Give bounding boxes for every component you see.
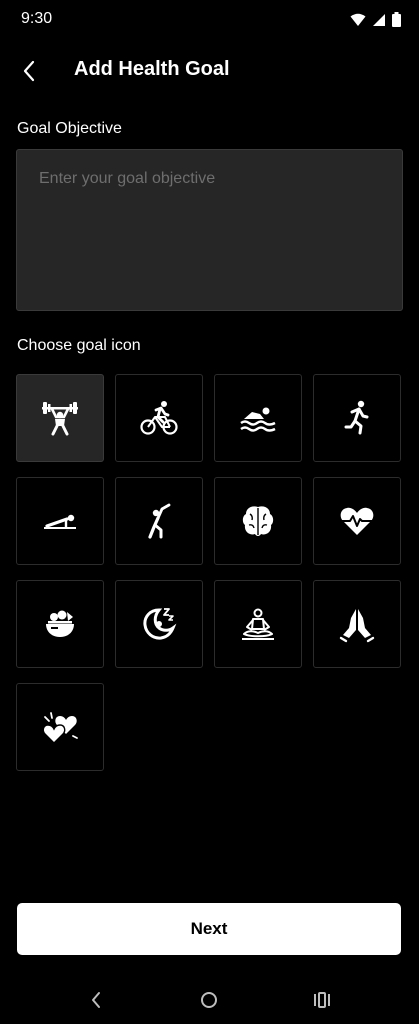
stretching-icon xyxy=(148,503,171,539)
pushup-icon xyxy=(44,514,76,529)
goal-icon-option-running[interactable] xyxy=(313,374,401,462)
hearts-icon xyxy=(42,712,78,744)
next-button[interactable]: Next xyxy=(17,903,401,955)
status-bar: 9:30 xyxy=(0,0,419,40)
nav-recents-button[interactable] xyxy=(309,987,335,1013)
goal-icon-option-sleep[interactable] xyxy=(115,580,203,668)
salad-bowl-icon xyxy=(46,610,74,637)
status-icons xyxy=(350,12,401,27)
praying-hands-icon xyxy=(339,609,375,643)
heartbeat-icon xyxy=(340,507,374,535)
goal-icon-option-hearts[interactable] xyxy=(16,683,104,771)
sleep-icon xyxy=(143,608,177,640)
nav-recents-icon xyxy=(314,992,330,1008)
running-icon xyxy=(344,400,369,435)
brain-icon xyxy=(242,506,274,536)
goal-icon-option-meditation[interactable] xyxy=(214,580,302,668)
nav-home-icon xyxy=(201,992,217,1008)
goal-objective-label: Goal Objective xyxy=(17,120,122,137)
goal-icon-option-swimming[interactable] xyxy=(214,374,302,462)
chevron-left-icon xyxy=(23,60,35,82)
nav-home-button[interactable] xyxy=(196,987,222,1013)
status-time: 9:30 xyxy=(21,10,53,27)
goal-icon-option-brain[interactable] xyxy=(214,477,302,565)
app-bar: Add Health Goal xyxy=(0,48,419,92)
goal-objective-input[interactable] xyxy=(16,149,403,311)
goal-icon-option-stretching[interactable] xyxy=(115,477,203,565)
swimming-icon xyxy=(240,407,276,432)
wifi-icon xyxy=(350,13,366,26)
system-nav-bar xyxy=(0,975,419,1024)
page-title: Add Health Goal xyxy=(74,58,230,80)
goal-icon-option-weightlifting[interactable] xyxy=(16,374,104,462)
goal-icon-option-heartbeat[interactable] xyxy=(313,477,401,565)
choose-icon-label: Choose goal icon xyxy=(17,337,141,354)
cell-signal-icon xyxy=(373,13,385,26)
cycling-icon xyxy=(140,401,178,435)
battery-icon xyxy=(392,12,401,27)
goal-icon-option-cycling[interactable] xyxy=(115,374,203,462)
weightlifting-icon xyxy=(42,402,78,436)
back-button[interactable] xyxy=(14,56,44,86)
meditation-icon xyxy=(242,608,274,640)
goal-icon-option-pushup[interactable] xyxy=(16,477,104,565)
nav-back-icon xyxy=(92,992,100,1008)
goal-icon-option-praying-hands[interactable] xyxy=(313,580,401,668)
goal-icon-option-salad[interactable] xyxy=(16,580,104,668)
nav-back-button[interactable] xyxy=(83,987,109,1013)
